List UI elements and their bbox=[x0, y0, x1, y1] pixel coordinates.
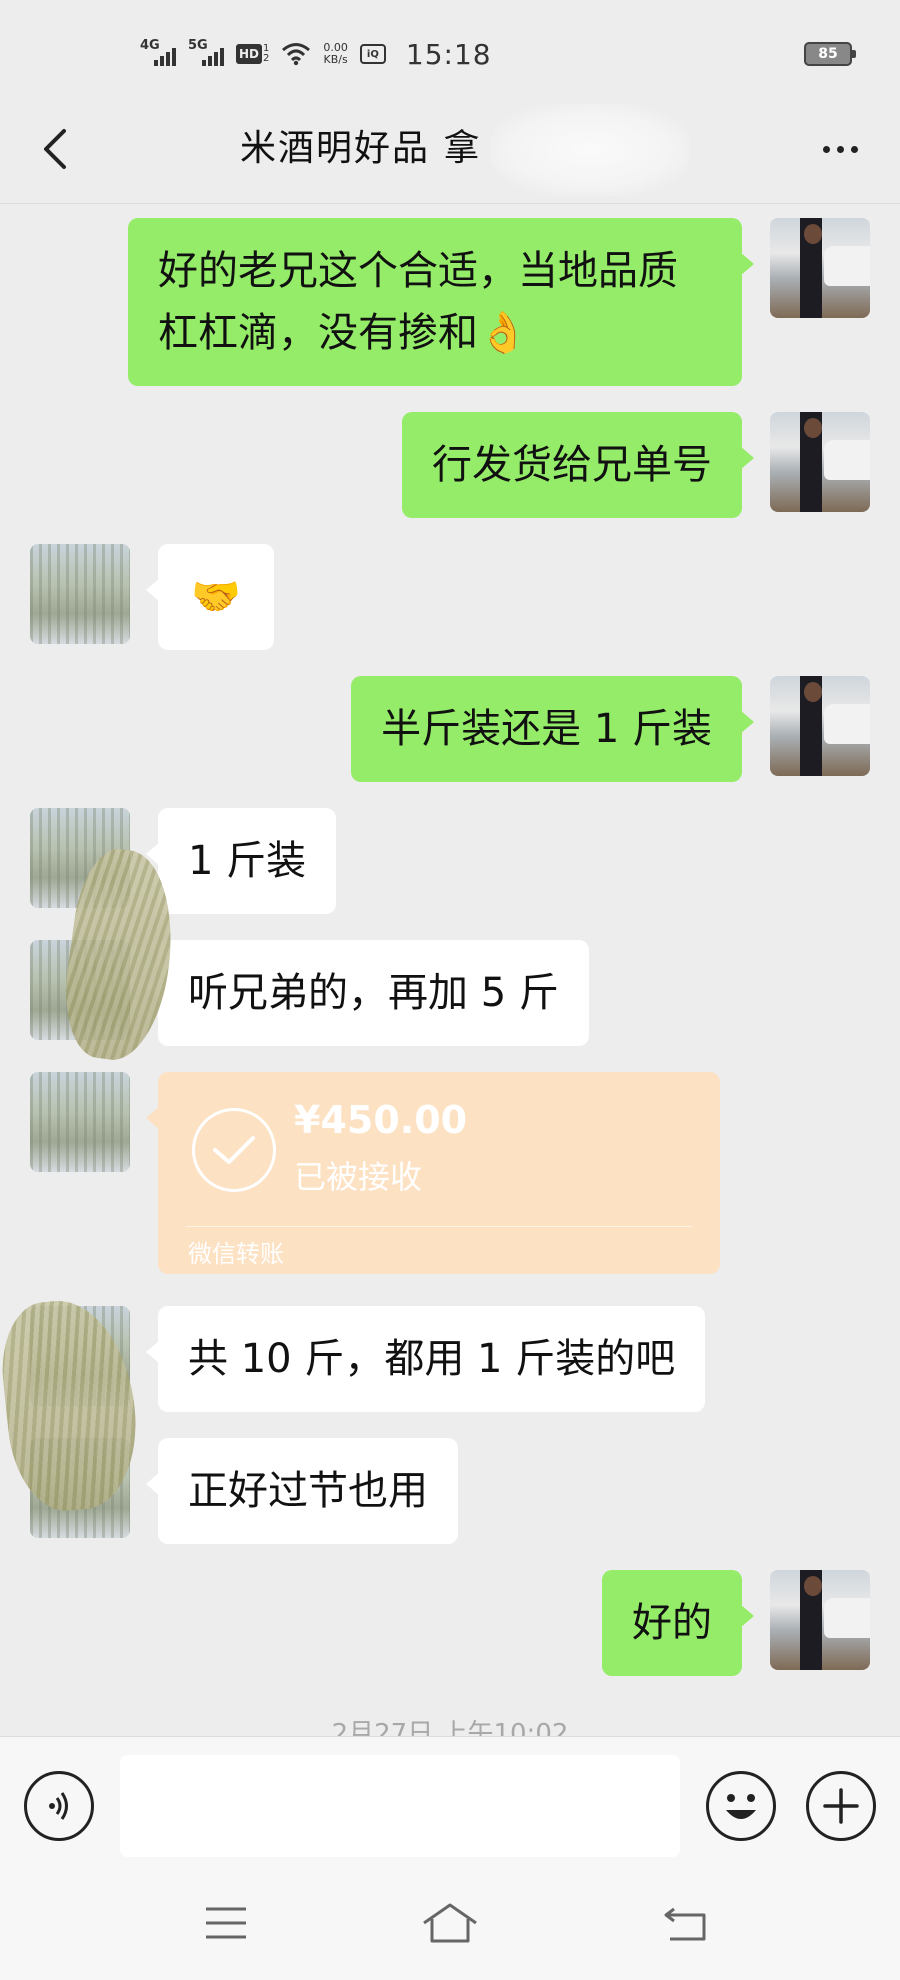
home-icon[interactable] bbox=[420, 1898, 480, 1948]
my-avatar[interactable] bbox=[770, 676, 870, 776]
message-bubble-received[interactable]: 🤝 bbox=[146, 544, 274, 650]
plus-icon[interactable] bbox=[806, 1771, 876, 1841]
message-bubble-received[interactable]: 共 10 斤，都用 1 斤装的吧 bbox=[145, 1306, 706, 1412]
signal-4g-icon: 4G bbox=[140, 38, 176, 66]
menu-icon[interactable] bbox=[196, 1898, 256, 1948]
status-bar: 4G 5G HD 12 0.00 KB/s iQ 15:18 85 bbox=[0, 0, 900, 100]
message-bubble-sent[interactable]: 好的 bbox=[602, 1570, 754, 1676]
network-speed: 0.00 KB/s bbox=[323, 42, 348, 66]
voice-icon[interactable] bbox=[24, 1771, 94, 1841]
transfer-card[interactable]: ¥450.00 已被接收 微信转账 bbox=[146, 1072, 720, 1274]
speed-unit: KB/s bbox=[323, 53, 348, 66]
transfer-amount: ¥450.00 bbox=[294, 1098, 468, 1142]
signal-5g-icon: 5G bbox=[188, 38, 224, 66]
more-dots-icon[interactable] bbox=[810, 124, 870, 174]
message-bubble-sent[interactable]: 好的老兄这个合适，当地品质杠杠滴，没有掺和👌 bbox=[128, 218, 754, 386]
battery-level: 85 bbox=[818, 46, 838, 62]
chevron-left-icon[interactable] bbox=[30, 124, 80, 174]
contact-avatar[interactable] bbox=[30, 544, 130, 644]
iqiyi-icon: iQ bbox=[359, 44, 386, 64]
check-circle-icon bbox=[192, 1108, 276, 1192]
transfer-footer: 微信转账 bbox=[188, 1240, 284, 1268]
message-bubble-received[interactable]: 1 斤装 bbox=[145, 808, 337, 914]
my-avatar[interactable] bbox=[770, 1570, 870, 1670]
input-bar bbox=[0, 1736, 900, 1868]
back-icon[interactable] bbox=[656, 1898, 716, 1948]
my-avatar[interactable] bbox=[770, 412, 870, 512]
title-redaction bbox=[490, 104, 690, 196]
clock: 15:18 bbox=[405, 37, 492, 71]
chat-header: 米酒明好品 拿 bbox=[0, 100, 900, 204]
message-input[interactable] bbox=[120, 1755, 680, 1857]
message-bubble-received[interactable]: 正好过节也用 bbox=[146, 1438, 458, 1544]
battery-icon: 85 bbox=[804, 42, 856, 66]
hd-icon: HD 12 bbox=[236, 44, 269, 64]
emoji-icon[interactable] bbox=[706, 1771, 776, 1841]
chat-title: 米酒明好品 拿 bbox=[240, 128, 482, 169]
transfer-status: 已被接收 bbox=[294, 1158, 423, 1196]
message-bubble-sent[interactable]: 行发货给兄单号 bbox=[402, 412, 754, 518]
my-avatar[interactable] bbox=[770, 218, 870, 318]
network-type-label: 5G bbox=[188, 38, 208, 53]
hd-label: HD bbox=[236, 44, 263, 64]
message-bubble-sent[interactable]: 半斤装还是 1 斤装 bbox=[351, 676, 754, 782]
contact-avatar[interactable] bbox=[30, 1072, 130, 1172]
timestamp-label: 2月27日 上午10:02 bbox=[331, 1719, 569, 1736]
wifi-icon bbox=[282, 43, 311, 66]
status-icons: 4G 5G HD 12 0.00 KB/s iQ 15:18 bbox=[140, 34, 492, 74]
message-bubble-received[interactable]: 听兄弟的，再加 5 斤 bbox=[146, 940, 589, 1046]
hd-num: 2 bbox=[263, 53, 270, 64]
system-nav-bar bbox=[0, 1868, 900, 1980]
network-type-label: 4G bbox=[140, 38, 160, 53]
divider bbox=[186, 1226, 692, 1227]
